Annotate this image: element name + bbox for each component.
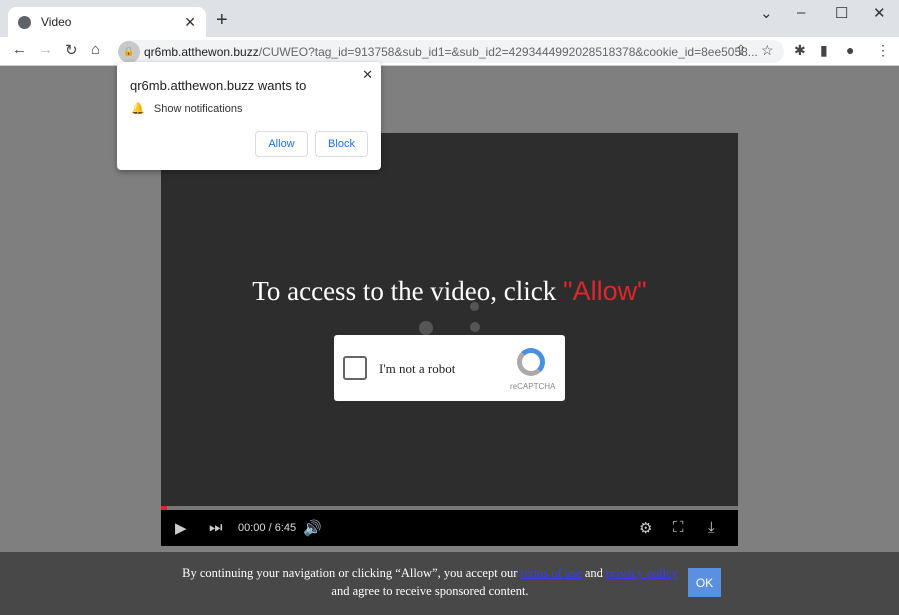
consent-text-end: and agree to receive sponsored content. (331, 584, 529, 598)
side-panel-icon[interactable]: ▮ (820, 42, 828, 59)
globe-icon (18, 15, 31, 29)
url-host: qr6mb.atthewon.buzz (144, 44, 259, 59)
play-icon[interactable]: ▶ (175, 519, 187, 537)
menu-icon[interactable]: ⋮ (876, 42, 890, 59)
consent-and: and (581, 566, 607, 580)
settings-gear-icon[interactable]: ⚙ (639, 519, 652, 537)
bookmark-star-icon[interactable]: ☆ (761, 42, 774, 59)
control-bar: ▶ ⏭ 00:00 / 6:45 🔊 ⚙ ⛶ ⤓ (161, 510, 738, 546)
address-bar[interactable]: 🔒 qr6mb.atthewon.buzz/CUWEO?tag_id=91375… (118, 40, 784, 63)
permission-label: Show notifications (153, 103, 243, 115)
volume-icon[interactable]: 🔊 (303, 519, 322, 537)
home-icon[interactable]: ⌂ (91, 41, 100, 58)
back-icon[interactable]: ← (12, 41, 27, 58)
captcha-label: I'm not a robot (379, 361, 456, 376)
reload-icon[interactable]: ↻ (65, 41, 78, 59)
next-icon[interactable]: ⏭ (209, 519, 223, 536)
share-icon[interactable]: ⇪ (735, 42, 747, 59)
tab-title: Video (41, 15, 72, 29)
terms-link[interactable]: terms of use (521, 566, 582, 580)
popup-title: qr6mb.atthewon.buzz wants to (130, 78, 307, 93)
recaptcha-widget: I'm not a robot reCAPTCHA (334, 335, 565, 401)
time-display: 00:00 / 6:45 (238, 522, 297, 534)
ok-button[interactable]: OK (688, 568, 721, 597)
captcha-checkbox[interactable] (343, 356, 367, 380)
tab-bar: Video ✕ + ⌄ – ☐ ✕ (0, 0, 899, 37)
forward-icon[interactable]: → (38, 41, 53, 58)
bell-icon: 🔔 (131, 103, 145, 115)
permission-row: 🔔 Show notifications (131, 102, 243, 115)
minimize-button[interactable]: – (797, 4, 805, 21)
headline-highlight: "Allow" (563, 276, 647, 306)
close-tab-icon[interactable]: ✕ (184, 14, 196, 31)
spinner-dot (419, 321, 433, 335)
allow-button[interactable]: Allow (255, 131, 308, 157)
new-tab-button[interactable]: + (216, 9, 228, 32)
notification-permission-popup: qr6mb.atthewon.buzz wants to ✕ 🔔 Show no… (117, 62, 381, 170)
maximize-button[interactable]: ☐ (835, 4, 848, 22)
spinner-dot (470, 302, 479, 311)
popup-close-icon[interactable]: ✕ (362, 67, 373, 83)
url-path: /CUWEO?tag_id=913758&sub_id1=&sub_id2=42… (258, 44, 758, 59)
video-player[interactable]: To access to the video, click "Allow" I'… (161, 133, 738, 546)
privacy-link[interactable]: privacy policy (606, 566, 678, 580)
tab-video[interactable]: Video ✕ (8, 7, 206, 37)
lock-icon[interactable]: 🔒 (118, 40, 140, 63)
consent-banner: By continuing your navigation or clickin… (0, 552, 899, 615)
tab-search-icon[interactable]: ⌄ (760, 4, 773, 22)
fullscreen-icon[interactable]: ⛶ (673, 519, 684, 536)
headline-text: To access to the video, click (252, 276, 564, 306)
spinner-dot (470, 322, 480, 332)
consent-text: By continuing your navigation or clickin… (180, 564, 680, 600)
close-window-button[interactable]: ✕ (873, 4, 886, 22)
recaptcha-logo-icon (517, 348, 545, 376)
headline: To access to the video, click "Allow" (161, 276, 738, 307)
block-button[interactable]: Block (315, 131, 368, 157)
consent-text-start: By continuing your navigation or clickin… (182, 566, 521, 580)
extensions-icon[interactable]: ✱ (794, 42, 806, 59)
captcha-brand: reCAPTCHA (510, 382, 556, 391)
profile-icon[interactable]: ● (846, 42, 854, 58)
download-icon[interactable]: ⤓ (708, 519, 715, 536)
